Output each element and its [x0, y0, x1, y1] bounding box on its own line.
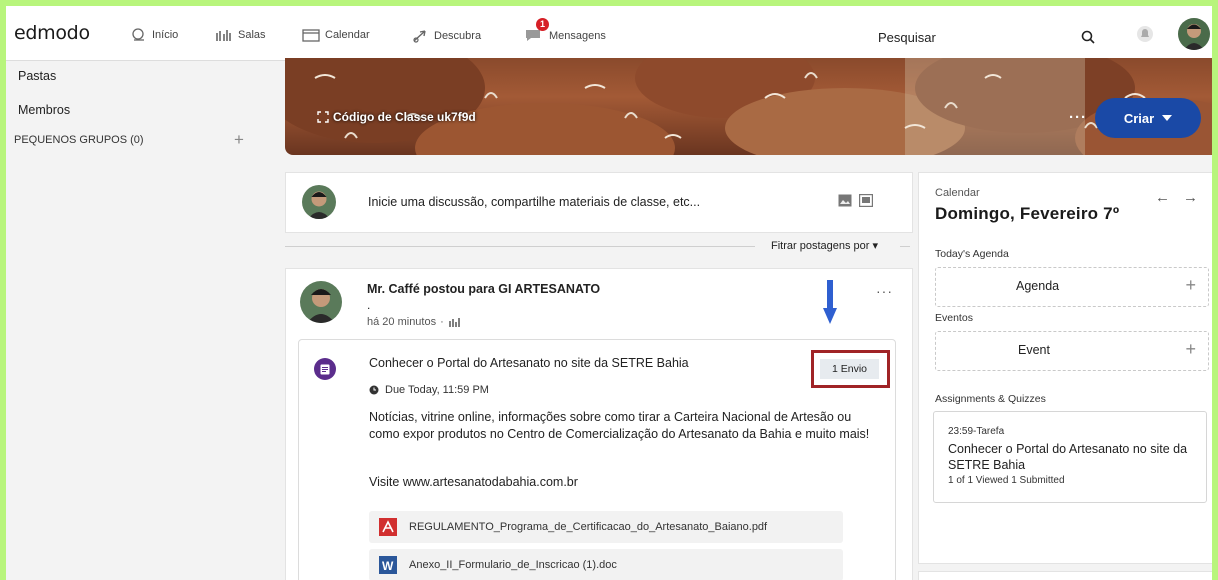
pdf-icon: [379, 518, 397, 536]
home-icon: [132, 28, 144, 41]
agenda-label: Agenda: [1016, 279, 1060, 293]
arrow-left-icon[interactable]: ←: [1155, 189, 1170, 206]
event-label: Event: [1018, 343, 1050, 357]
post-author-line[interactable]: Mr. Caffé postou para GI ARTESANATO: [367, 282, 600, 296]
nav-salas[interactable]: Salas: [215, 28, 266, 42]
expand-icon: [317, 111, 329, 123]
post-more-button[interactable]: ···: [876, 283, 893, 299]
highlight-box: 1 Envio: [811, 350, 890, 388]
search-input[interactable]: [876, 29, 1070, 46]
word-icon: W: [379, 556, 397, 574]
groups-icon: [216, 30, 231, 41]
class-code[interactable]: Código de Classe uk7f9d: [317, 110, 476, 124]
nav-salas-label: Salas: [238, 29, 266, 41]
composer-prompt[interactable]: Inicie uma discussão, compartilhe materi…: [368, 195, 700, 209]
nav-descubra-label: Descubra: [434, 30, 482, 42]
attachment-name: Anexo_II_Formulario_de_Inscricao (1).doc: [409, 559, 617, 571]
notifications-icon[interactable]: [1136, 25, 1154, 43]
composer-avatar: [302, 185, 336, 219]
arrow-down-icon: [823, 280, 837, 324]
submissions-button[interactable]: 1 Envio: [820, 359, 879, 379]
rocket-icon: [413, 30, 426, 43]
nav-descubra[interactable]: Descubra: [411, 28, 481, 44]
banner-image: [285, 58, 1212, 155]
attachment-pdf[interactable]: REGULAMENTO_Programa_de_Certificacao_do_…: [369, 511, 843, 543]
attachment-name: REGULAMENTO_Programa_de_Certificacao_do_…: [409, 521, 768, 533]
post-time-label: há 20 minutos: [367, 316, 437, 328]
messages-badge: 1: [536, 18, 549, 31]
groups-icon: [449, 317, 460, 327]
banner-more-button[interactable]: ···: [1069, 109, 1087, 126]
avatar-image: [1178, 18, 1210, 50]
calendar-label: Calendar: [935, 187, 980, 199]
calendar-assignment-title: Conhecer o Portal do Artesanato no site …: [948, 442, 1188, 472]
sidebar-small-groups[interactable]: PEQUENOS GRUPOS (0): [14, 134, 144, 146]
assignment-icon: [314, 358, 336, 380]
nav-calendar[interactable]: Calendar: [302, 28, 370, 42]
chevron-down-icon: [1162, 115, 1173, 121]
due-label: Due Today, 11:59 PM: [385, 384, 489, 396]
photo-icon[interactable]: [838, 194, 852, 207]
filter-divider-right: [900, 246, 910, 247]
assignments-heading: Assignments & Quizzes: [935, 393, 1046, 405]
nav-inicio[interactable]: Início: [131, 28, 178, 42]
document-icon: [320, 364, 330, 374]
calendar-assignment-card[interactable]: 23:59-Tarefa Conhecer o Portal do Artesa…: [933, 411, 1207, 503]
calendar-date: Domingo, Fevereiro 7º: [935, 204, 1120, 223]
post-timestamp: há 20 minutos ·: [367, 316, 462, 328]
filter-divider: [285, 246, 755, 247]
nav-inicio-label: Início: [152, 29, 179, 41]
chevron-down-icon: ▾: [872, 240, 879, 252]
post-subtitle: .: [367, 298, 371, 312]
assignment-card[interactable]: Conhecer o Portal do Artesanato no site …: [298, 280, 896, 580]
nav-mensagens-label: Mensagens: [549, 29, 606, 42]
right-panel-lower: [918, 571, 1212, 580]
events-heading: Eventos: [935, 312, 973, 324]
clock-icon: [369, 385, 379, 395]
agenda-box[interactable]: Agenda +: [935, 267, 1209, 307]
search-box: [868, 21, 1103, 53]
search-icon[interactable]: [1081, 30, 1095, 44]
agenda-heading: Today's Agenda: [935, 248, 1009, 260]
app-window: edmodo Início Salas Calendar Descubra Me…: [6, 6, 1212, 580]
post-author-avatar[interactable]: [300, 281, 342, 323]
edmodo-logo[interactable]: edmodo: [14, 22, 90, 44]
file-icon[interactable]: [859, 194, 873, 207]
add-group-button[interactable]: +: [234, 130, 244, 150]
post-card: Mr. Caffé postou para GI ARTESANATO . há…: [285, 268, 913, 580]
plus-icon[interactable]: +: [1185, 275, 1196, 296]
sidebar-pastas[interactable]: Pastas: [18, 69, 56, 83]
top-navigation: edmodo Início Salas Calendar Descubra Me…: [6, 6, 1212, 61]
post-time-separator: ·: [440, 316, 444, 328]
nav-mensagens[interactable]: Mensagens: [524, 28, 606, 43]
event-box[interactable]: Event +: [935, 331, 1209, 371]
assignment-description: Notícias, vitrine online, informações so…: [369, 410, 870, 441]
svg-text:W: W: [382, 559, 394, 573]
sidebar-membros[interactable]: Membros: [18, 103, 70, 117]
filter-posts-dropdown[interactable]: Fitrar postagens por ▾: [771, 239, 878, 252]
create-button-label: Criar: [1123, 110, 1155, 126]
calendar-panel: Calendar Domingo, Fevereiro 7º ← → Today…: [918, 172, 1212, 564]
nav-calendar-label: Calendar: [325, 29, 370, 41]
arrow-right-icon[interactable]: →: [1183, 189, 1198, 206]
filter-label: Fitrar postagens por: [771, 240, 870, 252]
avatar-image: [302, 185, 336, 219]
attachment-doc[interactable]: W Anexo_II_Formulario_de_Inscricao (1).d…: [369, 549, 843, 580]
assignment-due: Due Today, 11:59 PM: [369, 384, 489, 396]
plus-icon[interactable]: +: [1185, 339, 1196, 360]
calendar-assignment-time: 23:59-Tarefa: [948, 426, 1005, 437]
create-button[interactable]: Criar: [1095, 98, 1201, 138]
assignment-title[interactable]: Conhecer o Portal do Artesanato no site …: [369, 356, 689, 370]
calendar-icon: [302, 29, 320, 42]
assignment-link[interactable]: Visite www.artesanatodabahia.com.br: [369, 475, 578, 489]
class-code-label: Código de Classe uk7f9d: [333, 110, 476, 124]
class-banner: Código de Classe uk7f9d ··· Criar: [285, 58, 1212, 155]
avatar-image: [300, 281, 342, 323]
post-composer[interactable]: Inicie uma discussão, compartilhe materi…: [285, 172, 913, 233]
user-avatar[interactable]: [1178, 18, 1210, 50]
calendar-assignment-status: 1 of 1 Viewed 1 Submitted: [948, 475, 1065, 486]
